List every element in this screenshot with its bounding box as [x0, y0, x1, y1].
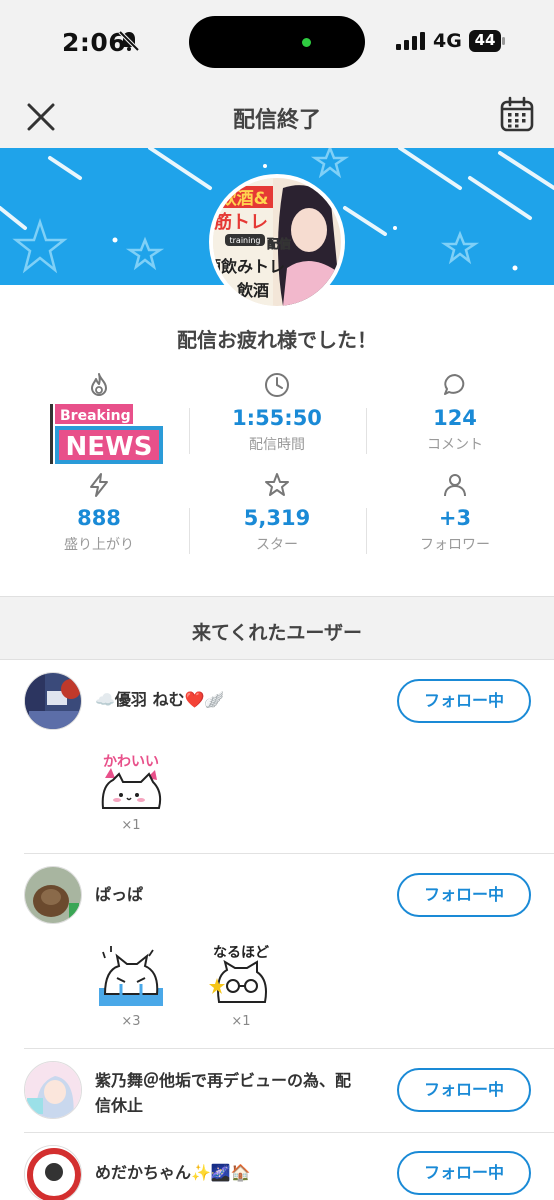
divider [189, 408, 190, 454]
avatar[interactable] [24, 1061, 82, 1119]
kawaii-cat-sticker: かわいい [101, 754, 162, 809]
follow-button[interactable]: フォロー中 [397, 873, 531, 917]
naruhodo-cat-sticker: なるほど [209, 945, 269, 1003]
stat-stars: 5,319 スター [188, 472, 366, 554]
stat-value: 5,319 [243, 506, 311, 530]
avatar-text-6: 飲酒 [236, 281, 269, 300]
stat-value: +3 [438, 506, 472, 530]
divider [189, 508, 190, 554]
status-time: 2:06 [62, 28, 127, 57]
lightning-icon [90, 473, 108, 497]
stat-label: コメント [427, 437, 483, 453]
clock-icon [265, 373, 289, 397]
dynamic-island [189, 16, 365, 68]
user-name[interactable]: ぱっぱ [95, 882, 385, 907]
battery-level: 44 [474, 31, 496, 49]
gift-count: ×3 [121, 1014, 141, 1029]
news-badge-bottom: NEWS [66, 432, 153, 462]
stat-label: スター [256, 537, 298, 553]
avatar[interactable] [24, 672, 82, 730]
user-name-line-2: 信休止 [95, 1096, 144, 1115]
page-title: 配信終了 [232, 108, 321, 133]
avatar[interactable] [24, 866, 82, 924]
breaking-news-badge: Breaking NEWS [50, 404, 163, 464]
follow-button[interactable]: フォロー中 [397, 1151, 531, 1195]
stat-value: 888 [77, 506, 121, 530]
user-name-line-1: 紫乃舞＠他垢で再デビューの為、配 [95, 1071, 352, 1090]
stat-label: 配信時間 [249, 437, 305, 453]
greeting-text: 配信お疲れ様でした！ [177, 328, 377, 352]
user-name[interactable]: めだかちゃん✨🌌🏠 [95, 1160, 385, 1185]
avatar-text-5: 酒飲みトレ [213, 257, 285, 276]
stat-value: 124 [433, 406, 477, 430]
gift-count: ×1 [121, 818, 141, 833]
star-icon [265, 473, 289, 496]
sticker-label: かわいい [103, 754, 159, 770]
row-divider [24, 1132, 554, 1133]
divider [366, 508, 367, 554]
stat-label: 盛り上がり [64, 537, 134, 553]
avatar-text-4: 配信 [267, 236, 291, 251]
flame-icon [91, 373, 107, 396]
network-type: 4G [433, 30, 462, 52]
crying-cat-sticker [99, 946, 163, 1006]
stat-flame [10, 372, 188, 398]
streamer-thumbnail: 飲酒& 筋トレ training 配信 酒飲みトレ 飲酒 [213, 178, 341, 306]
avatar-text-2: 筋トレ [214, 211, 268, 233]
comment-icon [444, 374, 465, 395]
user-avatar-image [25, 867, 81, 923]
follow-button[interactable]: フォロー中 [397, 1068, 531, 1112]
user-name[interactable]: ☁️優羽 ねむ❤️🪽 [95, 687, 385, 712]
signal-icon [396, 32, 425, 50]
stat-value: 1:55:50 [232, 406, 322, 430]
divider [366, 408, 367, 454]
person-icon [444, 474, 466, 497]
stat-excitement: 888 盛り上がり [10, 472, 188, 554]
calendar-icon[interactable] [498, 96, 536, 134]
row-divider [24, 853, 554, 854]
status-bar: 2:06 4G 44 [0, 0, 554, 84]
stat-comments: 124 コメント [366, 372, 544, 454]
row-divider [24, 1048, 554, 1049]
header: 配信終了 [0, 84, 554, 148]
user-avatar-image [25, 1146, 81, 1200]
streamer-avatar: 飲酒& 筋トレ training 配信 酒飲みトレ 飲酒 [209, 174, 345, 310]
follow-button[interactable]: フォロー中 [397, 679, 531, 723]
bell-muted-icon [118, 30, 140, 52]
stat-label: フォロワー [420, 537, 490, 553]
avatar-text-3: training [230, 236, 261, 245]
user-avatar-image [25, 673, 81, 729]
camera-indicator [302, 38, 311, 47]
stat-stream-time: 1:55:50 配信時間 [188, 372, 366, 454]
news-badge-top: Breaking [60, 408, 131, 424]
sticker-label: なるほど [213, 945, 269, 961]
section-title: 来てくれたユーザー [191, 622, 363, 644]
stat-followers: +3 フォロワー [366, 472, 544, 554]
gift-count: ×1 [231, 1014, 251, 1029]
avatar[interactable] [24, 1145, 82, 1200]
user-name[interactable]: 紫乃舞＠他垢で再デビューの為、配 信休止 [95, 1068, 385, 1118]
user-avatar-image [25, 1062, 81, 1118]
visitors-section-header: 来てくれたユーザー [0, 596, 554, 660]
